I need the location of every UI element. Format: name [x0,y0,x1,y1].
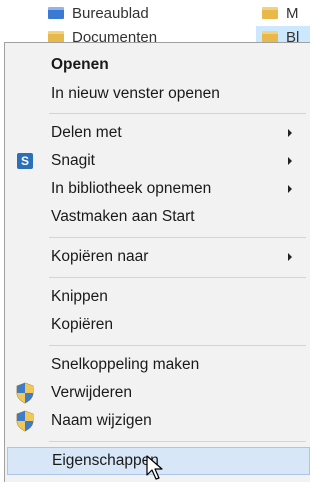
uac-shield-icon [16,410,34,432]
menu-item-kopieren[interactable]: Kopiëren [7,311,310,339]
menu-separator [49,237,306,238]
menu-separator [49,277,306,278]
menu-item-delen-met[interactable]: Delen met [7,119,310,147]
menu-item-naam-wijzigen[interactable]: Naam wijzigen [7,407,310,435]
menu-item-snelkoppeling-maken[interactable]: Snelkoppeling maken [7,351,310,379]
menu-separator [49,345,306,346]
submenu-arrow-icon [288,253,292,261]
menu-item-label: Knippen [51,288,108,305]
menu-item-label: Verwijderen [51,384,132,401]
uac-shield-icon [16,382,34,404]
menu-item-label: Kopiëren naar [51,248,149,265]
menu-item-openen[interactable]: Openen [7,51,310,79]
menu-item-label: In bibliotheek opnemen [51,180,212,197]
menu-item-kopieren-naar[interactable]: Kopiëren naar [7,243,310,271]
folder-icon [48,7,64,19]
menu-item-label: Delen met [51,124,122,141]
menu-item-label: Eigenschappen [52,452,159,469]
menu-item-label: In nieuw venster openen [51,85,220,102]
mouse-cursor-icon [146,455,163,480]
folder-icon [262,7,278,19]
menu-item-verwijderen[interactable]: Verwijderen [7,379,310,407]
menu-item-label: Naam wijzigen [51,412,152,429]
menu-item-in-bibliotheek-opnemen[interactable]: In bibliotheek opnemen [7,175,310,203]
menu-item-knippen[interactable]: Knippen [7,283,310,311]
menu-item-snagit[interactable]: S Snagit [7,147,310,175]
menu-item-label: Openen [51,56,109,73]
snagit-icon: S [17,153,33,169]
context-menu: Openen In nieuw venster openen Delen met… [4,42,310,482]
menu-separator [49,441,306,442]
menu-item-label: Kopiëren [51,316,114,333]
menu-item-label: Vastmaken aan Start [51,208,195,225]
submenu-arrow-icon [288,157,292,165]
menu-separator [49,113,306,114]
menu-item-open-new-window[interactable]: In nieuw venster openen [7,80,310,108]
submenu-arrow-icon [288,129,292,137]
explorer-item-label: Bureaublad [72,4,149,22]
menu-item-label: Snagit [51,152,95,169]
menu-item-label: Snelkoppeling maken [51,356,200,373]
explorer-item-right-1[interactable]: M [262,2,299,24]
submenu-arrow-icon [288,185,292,193]
explorer-item-label: M [286,4,299,22]
explorer-item-bureaublad[interactable]: Bureaublad [48,2,149,24]
menu-item-vastmaken-aan-start[interactable]: Vastmaken aan Start [7,203,310,231]
